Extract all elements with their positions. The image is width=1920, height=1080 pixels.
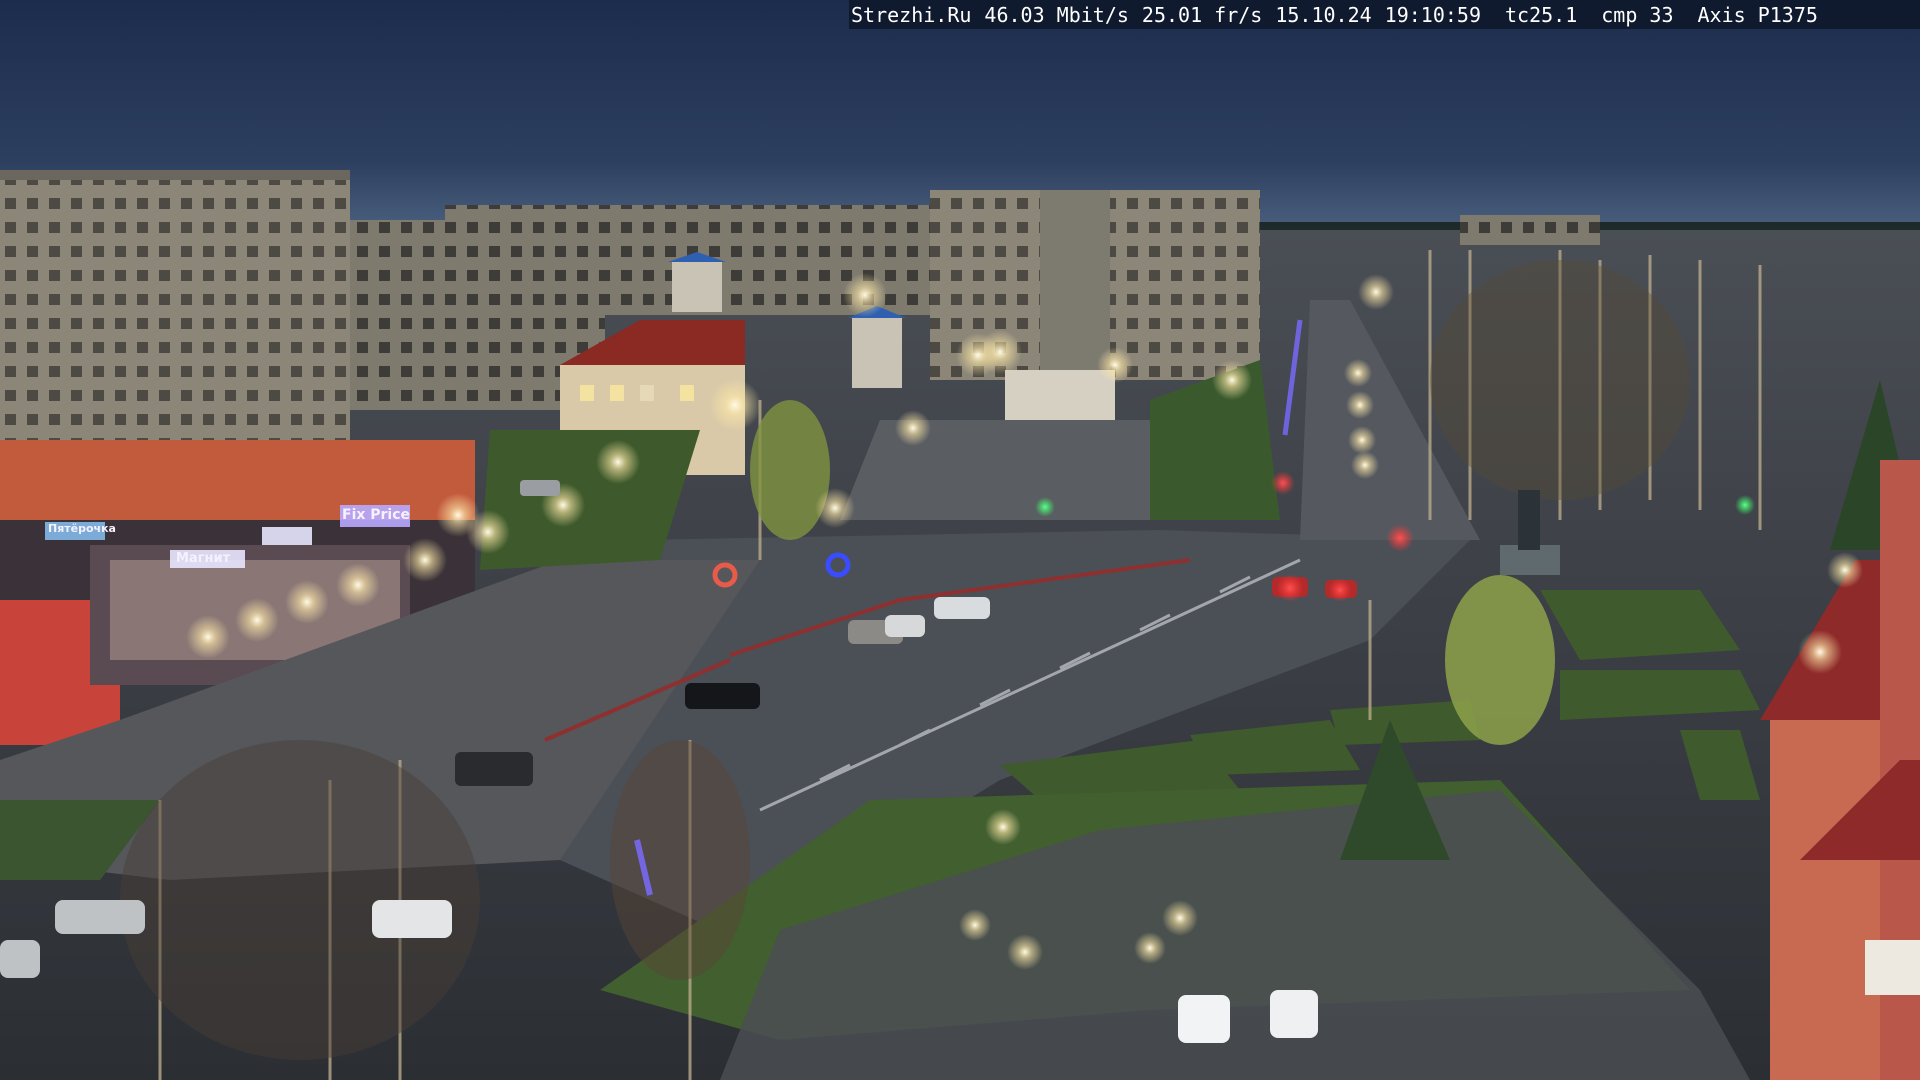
webcam-frame: Strezhi.Ru 46.03 Mbit/s 25.01 fr/s 15.10… [0,0,1920,1080]
osd-site: Strezhi.Ru [851,2,972,27]
camera-osd-overlay: Strezhi.Ru 46.03 Mbit/s 25.01 fr/s 15.10… [849,0,1920,29]
osd-framerate: 25.01 fr/s [1141,2,1263,27]
osd-bitrate: 46.03 Mbit/s [984,2,1129,27]
osd-time: 19:10:59 [1384,2,1481,27]
osd-tc: tc25.1 [1505,2,1578,27]
street-scene [0,0,1920,1080]
osd-cmp: cmp 33 [1601,2,1674,27]
osd-camera-model: Axis P1375 [1697,2,1818,27]
osd-date: 15.10.24 [1275,2,1372,27]
